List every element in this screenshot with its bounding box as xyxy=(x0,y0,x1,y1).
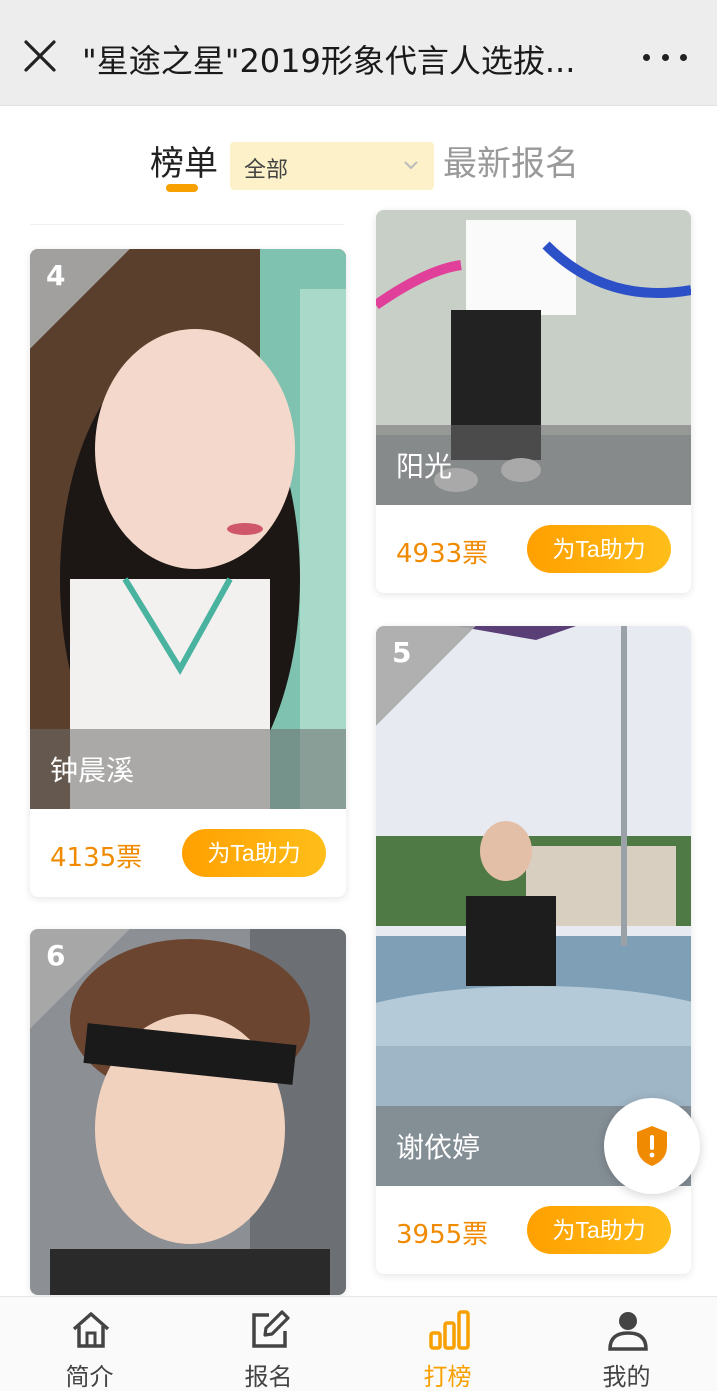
nav-label: 打榜 xyxy=(423,1363,472,1391)
page-title: "星途之星"2019形象代言人选拔... xyxy=(82,42,576,80)
vote-count: 4933票 xyxy=(396,539,489,569)
nav-label: 我的 xyxy=(602,1363,651,1391)
nav-label: 简介 xyxy=(65,1363,114,1391)
chevron-down-icon xyxy=(404,161,418,170)
support-button[interactable]: 为Ta助力 xyxy=(527,1206,671,1254)
name-bar: 钟晨溪 xyxy=(30,729,346,809)
contestant-card[interactable]: 4 钟晨溪 4135票 为Ta助力 xyxy=(30,249,346,897)
rank-badge: 6 xyxy=(30,929,130,1029)
contestant-photo[interactable]: 阳光 xyxy=(376,210,691,505)
rank-badge: 5 xyxy=(376,626,476,726)
tab-active-indicator xyxy=(166,184,198,192)
close-icon xyxy=(24,40,56,72)
bottom-nav: 简介 报名 打榜 我的 xyxy=(0,1296,717,1391)
vote-count: 4135票 xyxy=(50,843,143,873)
nav-item-ranking[interactable]: 打榜 xyxy=(358,1297,537,1391)
tab-bar: 榜单 全部 最新报名 xyxy=(0,106,717,225)
divider xyxy=(30,224,344,225)
category-filter-select[interactable]: 全部 xyxy=(230,142,434,190)
name-bar: 阳光 xyxy=(376,425,691,505)
contestant-photo[interactable]: 4 钟晨溪 xyxy=(30,249,346,809)
support-button[interactable]: 为Ta助力 xyxy=(182,829,326,877)
filter-value: 全部 xyxy=(244,158,289,183)
rank-badge: 4 xyxy=(30,249,130,349)
user-icon xyxy=(608,1312,648,1351)
nav-item-signup[interactable]: 报名 xyxy=(179,1297,358,1391)
contestant-name: 谢依婷 xyxy=(396,1131,481,1164)
home-icon xyxy=(72,1312,110,1348)
more-button[interactable] xyxy=(643,50,687,64)
shield-alert-icon xyxy=(637,1126,667,1166)
contestant-name: 钟晨溪 xyxy=(50,754,135,787)
contestant-name: 阳光 xyxy=(396,450,453,483)
bar-chart-icon xyxy=(429,1310,470,1350)
nav-item-intro[interactable]: 简介 xyxy=(0,1297,179,1391)
tab-latest-signups[interactable]: 最新报名 xyxy=(443,136,579,185)
contestant-card[interactable]: 阳光 4933票 为Ta助力 xyxy=(376,210,691,593)
tab-ranking[interactable]: 榜单 xyxy=(150,136,218,185)
edit-icon xyxy=(252,1310,290,1348)
contestant-card[interactable]: 6 xyxy=(30,929,346,1295)
nav-item-mine[interactable]: 我的 xyxy=(537,1297,716,1391)
vote-count: 3955票 xyxy=(396,1220,489,1250)
app-root: "星途之星"2019形象代言人选拔... 榜单 全部 最新报名 4 钟晨溪 41… xyxy=(0,0,717,1391)
support-button[interactable]: 为Ta助力 xyxy=(527,525,671,573)
contestant-photo[interactable]: 6 xyxy=(30,929,346,1295)
title-bar: "星途之星"2019形象代言人选拔... xyxy=(0,0,717,106)
close-button[interactable] xyxy=(22,38,58,74)
nav-label: 报名 xyxy=(244,1363,293,1391)
more-icon xyxy=(643,53,650,61)
report-button[interactable] xyxy=(604,1098,700,1194)
